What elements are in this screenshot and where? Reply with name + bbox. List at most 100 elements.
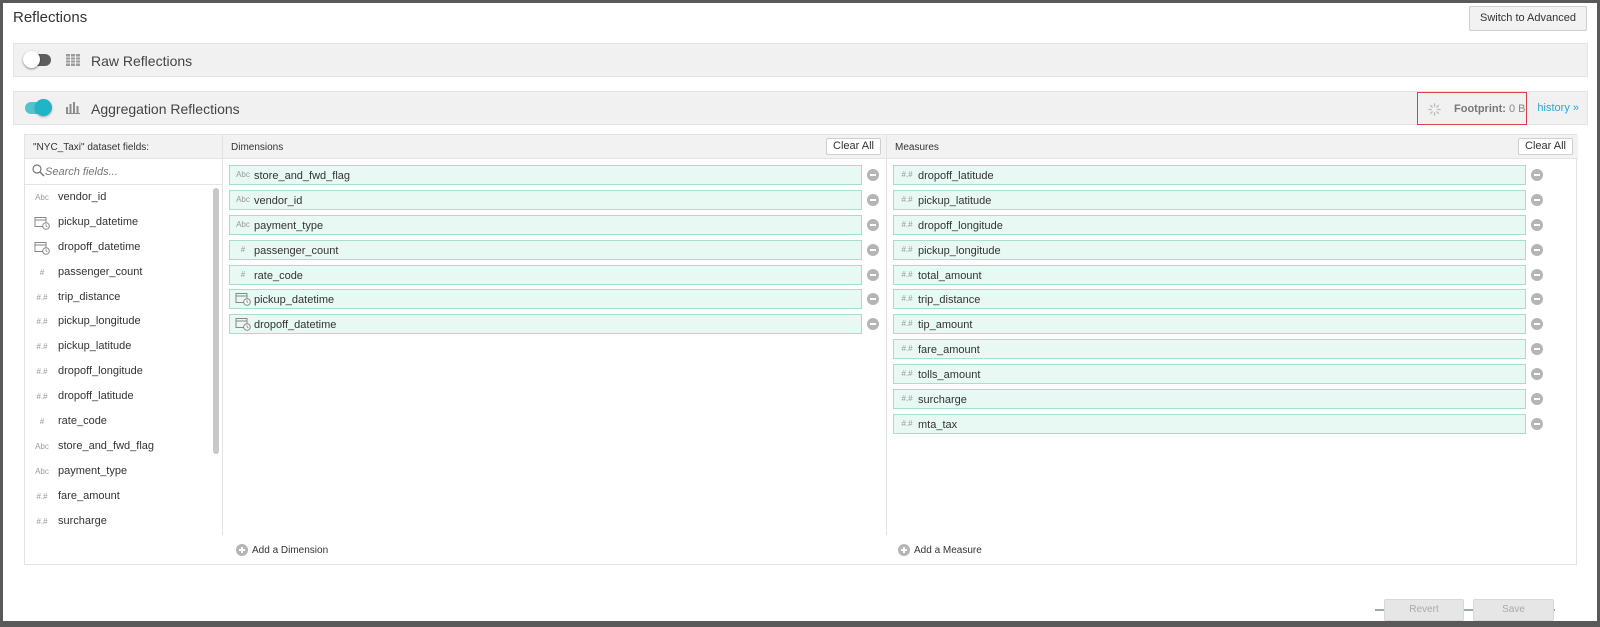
- raw-reflections-label: Raw Reflections: [91, 53, 193, 69]
- remove-icon[interactable]: [1531, 268, 1543, 281]
- remove-icon[interactable]: [1531, 243, 1543, 256]
- dimension-chip[interactable]: # rate_code: [229, 264, 879, 285]
- calendar-clock-icon: [234, 292, 252, 307]
- switch-to-advanced-button[interactable]: Switch to Advanced: [1469, 6, 1587, 31]
- dimension-chip-label: dropoff_datetime: [254, 319, 337, 332]
- decimal-type-icon: #.#: [901, 319, 913, 329]
- measure-chip[interactable]: #.# pickup_latitude: [893, 189, 1543, 210]
- raw-reflections-toggle[interactable]: [23, 51, 51, 68]
- dimension-chip[interactable]: pickup_datetime: [229, 289, 879, 310]
- dimension-chip[interactable]: dropoff_datetime: [229, 314, 879, 335]
- remove-icon[interactable]: [867, 293, 879, 306]
- scrollbar-thumb[interactable]: [213, 188, 219, 454]
- dataset-field-item[interactable]: #.# pickup_longitude: [25, 310, 211, 335]
- revert-button[interactable]: Revert: [1384, 599, 1464, 621]
- dataset-field-item-label: trip_distance: [58, 290, 121, 303]
- clear-all-measures-button[interactable]: Clear All: [1518, 138, 1573, 155]
- dataset-field-item[interactable]: # passenger_count: [25, 261, 211, 286]
- dataset-field-item-label: store_and_fwd_flag: [58, 439, 155, 452]
- dataset-field-item-label: surcharge: [58, 514, 107, 527]
- dataset-field-item-label: pickup_longitude: [58, 315, 141, 328]
- dataset-field-item[interactable]: Abc payment_type: [25, 460, 211, 485]
- calendar-clock-icon: [33, 216, 51, 230]
- remove-icon[interactable]: [867, 193, 879, 206]
- dataset-field-item[interactable]: Abc store_and_fwd_flag: [25, 435, 211, 460]
- history-link[interactable]: history »: [1537, 102, 1579, 114]
- decimal-type-icon: #.#: [36, 392, 48, 402]
- decimal-type-icon: #.#: [36, 317, 48, 327]
- dataset-field-item[interactable]: dropoff_datetime: [25, 236, 211, 261]
- measure-chip[interactable]: #.# pickup_longitude: [893, 239, 1543, 260]
- calendar-clock-icon: [234, 317, 252, 332]
- remove-icon[interactable]: [867, 318, 879, 331]
- field-list-scrollbar[interactable]: [211, 186, 221, 535]
- remove-icon[interactable]: [867, 169, 879, 181]
- text-type-icon: Abc: [236, 219, 250, 229]
- add-circle-icon: [236, 544, 248, 556]
- dimensions-header: Dimensions Clear All: [223, 135, 886, 159]
- add-measure-button[interactable]: Add a Measure: [898, 542, 1018, 560]
- remove-icon[interactable]: [1531, 368, 1543, 381]
- remove-icon[interactable]: [1531, 193, 1543, 206]
- decimal-type-icon: #.#: [901, 244, 913, 254]
- dimension-chip[interactable]: Abc store_and_fwd_flag: [229, 165, 879, 185]
- remove-icon[interactable]: [1531, 343, 1543, 356]
- decimal-type-icon: #.#: [901, 369, 913, 379]
- dimension-chip[interactable]: Abc payment_type: [229, 214, 879, 235]
- remove-icon[interactable]: [867, 218, 879, 231]
- remove-icon[interactable]: [867, 243, 879, 256]
- dataset-field-item-label: dropoff_longitude: [58, 365, 143, 378]
- field-search: [25, 159, 222, 185]
- remove-icon[interactable]: [1531, 417, 1543, 430]
- remove-icon[interactable]: [1531, 393, 1543, 406]
- dataset-field-item[interactable]: #.# pickup_latitude: [25, 335, 211, 360]
- dataset-field-item[interactable]: #.# trip_distance: [25, 286, 211, 311]
- decimal-type-icon: #.#: [901, 394, 913, 404]
- dataset-field-item[interactable]: #.# dropoff_longitude: [25, 360, 211, 385]
- measure-chip[interactable]: #.# total_amount: [893, 264, 1543, 285]
- dimension-chip[interactable]: Abc vendor_id: [229, 189, 879, 210]
- measure-chip[interactable]: #.# surcharge: [893, 389, 1543, 410]
- decimal-type-icon: #.#: [901, 219, 913, 229]
- dataset-field-item-label: dropoff_datetime: [58, 240, 141, 253]
- raw-reflections-bar: Raw Reflections: [13, 43, 1588, 77]
- calendar-clock-icon: [33, 241, 51, 255]
- measure-chip[interactable]: #.# mta_tax: [893, 413, 1543, 434]
- dataset-field-item-label: payment_type: [58, 464, 128, 477]
- save-button[interactable]: Save: [1473, 599, 1554, 621]
- table-icon: [66, 54, 80, 66]
- measure-chip-label: trip_distance: [918, 294, 981, 307]
- remove-icon[interactable]: [867, 268, 879, 281]
- integer-type-icon: #: [39, 417, 45, 427]
- dataset-field-item[interactable]: Abc vendor_id: [25, 186, 211, 211]
- integer-type-icon: #: [240, 269, 246, 279]
- dimensions-column: Dimensions Clear All Abc store_and_fwd_fl…: [223, 135, 887, 535]
- measure-chip[interactable]: #.# tolls_amount: [893, 364, 1543, 385]
- decimal-type-icon: #.#: [901, 170, 913, 179]
- dataset-field-item[interactable]: # rate_code: [25, 410, 211, 435]
- measure-chip[interactable]: #.# fare_amount: [893, 339, 1543, 360]
- measure-chip[interactable]: #.# dropoff_latitude: [893, 165, 1543, 185]
- decimal-type-icon: #.#: [36, 292, 48, 302]
- dataset-field-item[interactable]: #.# dropoff_latitude: [25, 385, 211, 410]
- remove-icon[interactable]: [1531, 293, 1543, 306]
- add-dimension-button[interactable]: Add a Dimension: [236, 542, 356, 560]
- measure-chip[interactable]: #.# tip_amount: [893, 314, 1543, 335]
- dataset-field-item-label: pickup_datetime: [58, 215, 139, 228]
- dimension-chip[interactable]: # passenger_count: [229, 239, 879, 260]
- measure-list: #.# dropoff_latitude #.# pickup_latitude #.#…: [893, 165, 1543, 439]
- aggregation-reflections-toggle[interactable]: [25, 99, 52, 116]
- measure-chip[interactable]: #.# trip_distance: [893, 289, 1543, 310]
- remove-icon[interactable]: [1531, 169, 1543, 181]
- search-input[interactable]: [45, 163, 195, 180]
- measure-chip[interactable]: #.# dropoff_longitude: [893, 214, 1543, 235]
- clear-all-dimensions-button[interactable]: Clear All: [826, 138, 881, 155]
- search-icon: [32, 164, 45, 177]
- remove-icon[interactable]: [1531, 318, 1543, 331]
- dataset-fields-header: "NYC_Taxi" dataset fields:: [25, 135, 222, 159]
- dataset-field-item[interactable]: pickup_datetime: [25, 211, 211, 236]
- dataset-field-item[interactable]: #.# surcharge: [25, 510, 211, 535]
- remove-icon[interactable]: [1531, 218, 1543, 231]
- dataset-field-item[interactable]: #.# fare_amount: [25, 485, 211, 510]
- decimal-type-icon: #.#: [901, 294, 913, 304]
